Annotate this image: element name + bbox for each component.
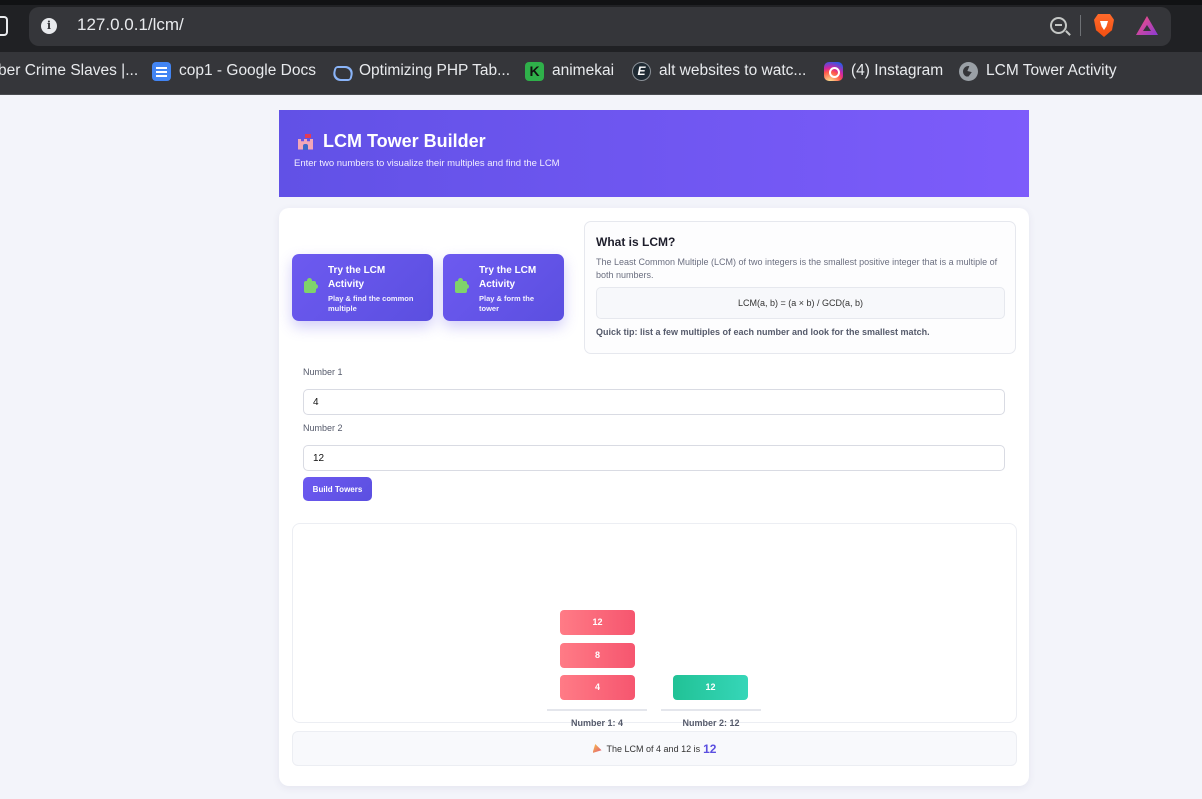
activity-title: Try the LCM Activity: [328, 265, 386, 290]
bookmark-label: cop1 - Google Docs: [179, 62, 316, 79]
puzzle-icon: [304, 278, 318, 293]
address-bar[interactable]: [29, 7, 1171, 46]
tower2-label: Number 2: 12: [682, 718, 740, 728]
bookmark-outline-icon[interactable]: [0, 16, 8, 36]
tower1-block: 4: [560, 675, 635, 700]
result-value: 12: [703, 741, 717, 756]
site-info-icon[interactable]: i: [41, 18, 57, 34]
info-description: The Least Common Multiple (LCM) of two i…: [596, 257, 998, 280]
number2-input[interactable]: [303, 445, 1005, 471]
bookmark-label: animekai: [552, 62, 615, 79]
lcm-info-box: What is LCM? The Least Common Multiple (…: [584, 221, 1016, 354]
google-docs-icon: [152, 61, 171, 81]
tower1-label: Number 1: 4: [570, 718, 623, 728]
tab-strip: [0, 0, 1202, 5]
main-card: Try the LCM Activity Play & find the com…: [279, 208, 1029, 786]
activity-title: Try the LCM Activity: [479, 265, 537, 290]
globe-icon: [959, 61, 978, 81]
tower1-block: 12: [560, 610, 635, 635]
bookmark-item[interactable]: ber Crime Slaves |...: [0, 60, 138, 82]
page-title-text: LCM Tower Builder: [323, 131, 486, 151]
result-text: The LCM of 4 and 12 is: [606, 743, 701, 754]
number1-input[interactable]: [303, 389, 1005, 415]
castle-icon: [296, 133, 315, 150]
bookmark-label: ber Crime Slaves |...: [0, 62, 139, 79]
instagram-icon: [824, 61, 843, 81]
bookmark-item[interactable]: Optimizing PHP Tab...: [332, 60, 510, 82]
tower1-base: [547, 709, 647, 711]
page-title: LCM Tower Builder: [296, 131, 486, 152]
number2-label: Number 2: [303, 423, 343, 433]
lcm-result: The LCM of 4 and 12 is 12: [292, 731, 1017, 766]
quick-tip: Quick tip: list a few multiples of each …: [596, 327, 930, 337]
puzzle-icon: [455, 278, 469, 293]
animekai-icon: K: [525, 61, 544, 81]
bookmark-item[interactable]: cop1 - Google Docs: [152, 60, 316, 82]
bookmark-item[interactable]: K animekai: [525, 60, 614, 82]
lcm-formula: LCM(a, b) = (a × b) / GCD(a, b): [596, 287, 1005, 319]
tower1-block: 8: [560, 643, 635, 668]
app-header: LCM Tower Builder Enter two numbers to v…: [279, 110, 1029, 197]
tower2-base: [661, 709, 761, 711]
bookmark-label: alt websites to watc...: [659, 62, 807, 79]
activity-subtitle: Play & find the common multiple: [328, 294, 414, 313]
bookmark-item[interactable]: (4) Instagram: [824, 60, 943, 82]
php-icon: [332, 62, 351, 81]
bookmark-item[interactable]: LCM Tower Activity: [959, 60, 1117, 82]
activity-button-form-tower[interactable]: Try the LCM Activity Play & form the tow…: [443, 254, 564, 321]
tower-visualization: 12 8 4 12 Number 1: 4 Number 2: 12: [292, 523, 1017, 728]
activity-subtitle: Play & form the tower: [479, 294, 535, 313]
toolbar-divider: [1080, 15, 1081, 36]
number1-label: Number 1: [303, 367, 343, 377]
info-title: What is LCM?: [596, 235, 676, 249]
activity-button-common-multiple[interactable]: Try the LCM Activity Play & find the com…: [292, 254, 433, 321]
zoom-icon[interactable]: [1050, 17, 1067, 34]
build-towers-button[interactable]: Build Towers: [303, 477, 372, 501]
bookmark-item[interactable]: E alt websites to watc...: [632, 60, 806, 82]
url-text[interactable]: 127.0.0.1/lcm/: [77, 15, 184, 35]
bookmark-label: (4) Instagram: [851, 62, 944, 79]
bookmark-label: LCM Tower Activity: [986, 62, 1117, 79]
bookmark-label: Optimizing PHP Tab...: [359, 62, 511, 79]
e-icon: E: [632, 61, 651, 81]
party-popper-icon: [592, 744, 602, 753]
page-subtitle: Enter two numbers to visualize their mul…: [294, 158, 560, 169]
tower2-block: 12: [673, 675, 748, 700]
